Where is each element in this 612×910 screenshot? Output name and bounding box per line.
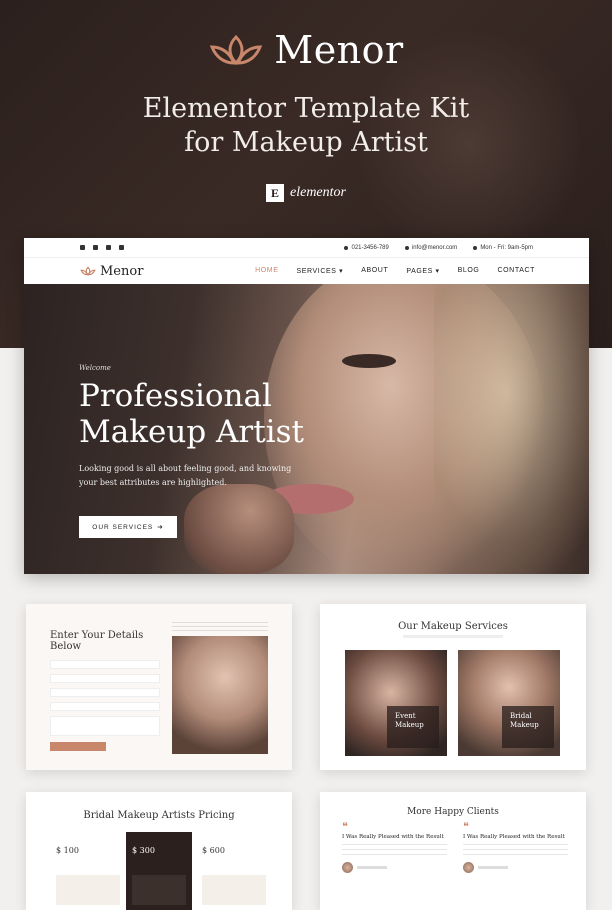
phone-info: 021-3456-789 xyxy=(344,244,389,251)
site-logo[interactable]: Menor xyxy=(80,264,143,279)
kit-title-line-2: for Makeup Artist xyxy=(184,127,428,158)
contact-intro-text xyxy=(172,622,268,632)
pricing-plan-3: $ 600 xyxy=(202,836,266,910)
email-info[interactable]: info@menor.com xyxy=(404,245,457,251)
service-card-bridal[interactable]: Bridal Makeup xyxy=(458,650,560,756)
instagram-icon[interactable] xyxy=(106,245,111,250)
hero-headline-line-1: Professional xyxy=(79,378,272,414)
service-label-bridal-line-1: Bridal xyxy=(510,712,532,720)
email-field[interactable] xyxy=(50,674,160,683)
pricing-plan-1-rows xyxy=(56,875,120,905)
artist-hand xyxy=(184,484,294,574)
testimonials-preview: More Happy Clients ❝ I Was Really Please… xyxy=(320,792,586,910)
email-text[interactable]: info@menor.com xyxy=(412,245,457,251)
avatar xyxy=(463,862,474,873)
pricing-plan-1: $ 100 xyxy=(56,836,120,910)
submit-button[interactable] xyxy=(50,742,106,751)
pricing-plan-2-rows xyxy=(132,875,186,905)
service-label-bridal-line-2: Makeup xyxy=(510,721,539,729)
testimonial-2-title: I Was Really Pleased with the Result xyxy=(463,834,565,840)
our-services-label: OUR SERVICES xyxy=(92,523,154,531)
service-select[interactable] xyxy=(50,688,160,697)
service-card-event[interactable]: Event Makeup xyxy=(345,650,447,756)
nav-menu: HOME SERVICES ▾ ABOUT PAGES ▾ BLOG CONTA… xyxy=(255,267,535,275)
twitter-icon[interactable] xyxy=(93,245,98,250)
name-field[interactable] xyxy=(50,660,160,669)
contact-form-preview: Enter Your Details Below xyxy=(26,604,292,770)
services-heading: Our Makeup Services xyxy=(398,621,508,632)
nav-item-contact[interactable]: CONTACT xyxy=(497,267,535,275)
makeup-photo xyxy=(172,636,268,754)
date-field[interactable] xyxy=(50,702,160,711)
testimonial-2-author xyxy=(463,862,568,873)
service-label-event-line-1: Event xyxy=(395,712,416,720)
hours-text: Mon - Fri: 9am-5pm xyxy=(480,244,533,251)
kit-title-line-1: Elementor Template Kit xyxy=(142,93,470,124)
testimonial-2-text xyxy=(463,844,568,858)
pricing-plan-2: $ 300 xyxy=(126,832,192,910)
contact-heading: Enter Your Details Below xyxy=(50,630,144,652)
elementor-logo-icon: E xyxy=(266,184,284,202)
site-logo-text: Menor xyxy=(100,263,144,279)
author-name xyxy=(357,866,387,869)
website-preview: 021-3456-789 info@menor.com Mon - Fri: 9… xyxy=(24,238,589,574)
service-label-bridal: Bridal Makeup xyxy=(510,712,539,730)
avatar xyxy=(342,862,353,873)
pricing-preview: Bridal Makeup Artists Pricing $ 100 $ 30… xyxy=(26,792,292,910)
our-services-button[interactable]: OUR SERVICES ➔ xyxy=(79,516,177,538)
testimonials-heading: More Happy Clients xyxy=(407,807,499,817)
phone-icon xyxy=(344,245,349,250)
testimonial-1-author xyxy=(342,862,447,873)
hero-lead: Looking good is all about feeling good, … xyxy=(79,464,292,487)
testimonial-2: ❝ I Was Really Pleased with the Result xyxy=(463,820,568,873)
quote-icon: ❝ xyxy=(463,820,469,833)
model-hair xyxy=(434,284,589,574)
hero-headline: Professional Makeup Artist xyxy=(79,378,359,450)
lotus-icon xyxy=(80,266,96,276)
nav-item-services[interactable]: SERVICES ▾ xyxy=(296,267,343,275)
nav-item-home[interactable]: HOME xyxy=(255,267,278,275)
testimonial-1-text xyxy=(342,844,447,858)
hero-text: Welcome Professional Makeup Artist Looki… xyxy=(79,364,359,490)
main-navbar: Menor HOME SERVICES ▾ ABOUT PAGES ▾ BLOG… xyxy=(24,258,589,284)
service-label-event-line-2: Makeup xyxy=(395,721,424,729)
nav-item-about[interactable]: ABOUT xyxy=(361,267,388,275)
phone-text: 021-3456-789 xyxy=(351,244,389,251)
hero-photo: Welcome Professional Makeup Artist Looki… xyxy=(24,284,589,574)
elementor-badge: E elementor xyxy=(0,184,612,202)
quote-icon: ❝ xyxy=(342,820,348,833)
pricing-plan-2-price: $ 300 xyxy=(132,846,155,855)
nav-item-blog[interactable]: BLOG xyxy=(458,267,480,275)
kit-title: Elementor Template Kit for Makeup Artist xyxy=(0,92,612,160)
pricing-heading: Bridal Makeup Artists Pricing xyxy=(83,810,235,821)
youtube-icon[interactable] xyxy=(119,245,124,250)
service-label-event: Event Makeup xyxy=(395,712,424,730)
brand: Menor xyxy=(0,28,612,72)
services-subtext xyxy=(403,635,503,638)
services-preview: Our Makeup Services Event Makeup Bridal … xyxy=(320,604,586,770)
nav-item-pages[interactable]: PAGES ▾ xyxy=(406,267,439,275)
elementor-wordmark: elementor xyxy=(290,185,346,200)
clock-icon xyxy=(473,245,478,250)
chevron-down-icon: ▾ xyxy=(435,268,440,275)
nav-item-services-label: SERVICES xyxy=(296,268,337,275)
hero-headline-line-2: Makeup Artist xyxy=(79,414,304,450)
author-name xyxy=(478,866,508,869)
brand-name: Menor xyxy=(274,28,404,72)
top-bar: 021-3456-789 info@menor.com Mon - Fri: 9… xyxy=(24,238,589,258)
lotus-icon xyxy=(210,34,263,66)
hours-info: Mon - Fri: 9am-5pm xyxy=(473,245,533,251)
testimonial-1-title: I Was Really Pleased with the Result xyxy=(342,834,444,840)
mail-icon xyxy=(404,245,409,250)
pricing-plan-3-price: $ 600 xyxy=(202,846,225,855)
facebook-icon[interactable] xyxy=(80,245,85,250)
hero-welcome: Welcome xyxy=(79,364,111,372)
pricing-plan-3-rows xyxy=(202,875,266,905)
message-field[interactable] xyxy=(50,716,160,736)
chevron-down-icon: ▾ xyxy=(339,268,344,275)
nav-item-pages-label: PAGES xyxy=(406,268,433,275)
pricing-plan-1-price: $ 100 xyxy=(56,846,79,855)
testimonial-1: ❝ I Was Really Pleased with the Result xyxy=(342,820,447,873)
arrow-right-icon: ➔ xyxy=(157,524,164,531)
